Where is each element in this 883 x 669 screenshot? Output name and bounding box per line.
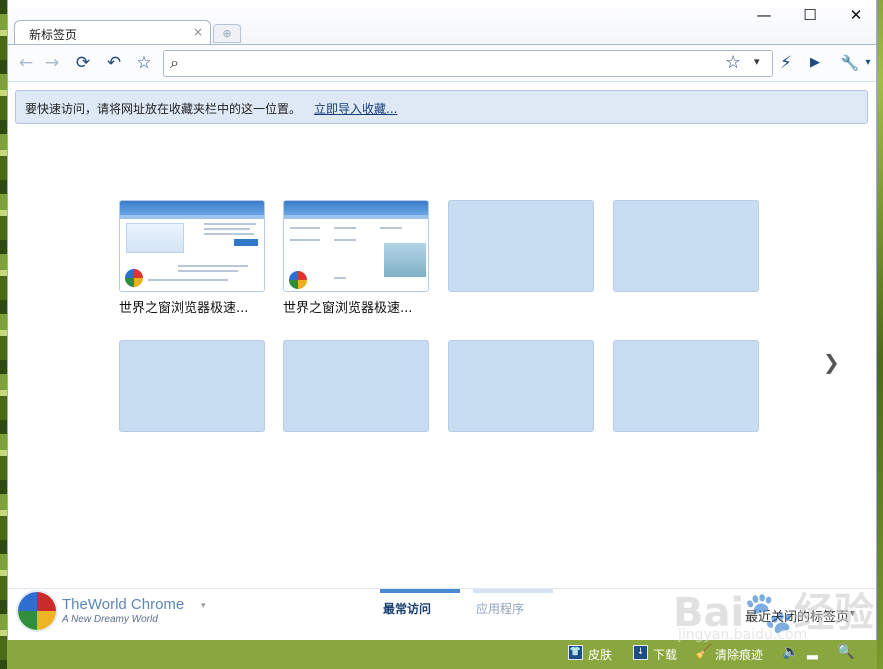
thumbnail-preview-line (334, 239, 356, 241)
brand-chevron-icon[interactable]: ▾ (201, 601, 206, 611)
download-icon[interactable]: ↓ (633, 645, 648, 660)
clear-traces-button[interactable]: 清除痕迹 (715, 646, 763, 663)
empty-thumbnail-slot (613, 340, 759, 432)
thumbnail-preview-banner (126, 223, 184, 253)
empty-thumbnail-slot (448, 340, 594, 432)
brand-slogan: A New Dreamy World (62, 614, 158, 625)
thumbnail-preview-line (334, 227, 356, 229)
bookmark-bar-notice: 要快速访问，请将网址放在收藏夹栏中的这一位置。 立即导入收藏... (15, 90, 868, 124)
empty-thumbnail-slot (283, 340, 429, 432)
play-icon[interactable]: ▶ (803, 52, 827, 74)
inactive-tab-indicator (473, 589, 553, 593)
zoom-icon[interactable]: 🔍 (837, 644, 854, 660)
import-bookmarks-link[interactable]: 立即导入收藏... (314, 100, 397, 117)
empty-thumbnail-slot (613, 200, 759, 292)
empty-thumbnail-slot (119, 340, 265, 432)
thumbnail-title[interactable]: 世界之窗浏览器极速... (283, 297, 412, 316)
skin-button[interactable]: 皮肤 (588, 646, 612, 663)
theworld-logo-icon (125, 269, 143, 287)
tab-title: 新标签页 (29, 28, 78, 42)
thumbnail-preview-line (204, 228, 250, 230)
title-bar: 新标签页 × ⊕ — ☐ ✕ (8, 0, 876, 45)
most-visited-thumbnail[interactable] (119, 200, 265, 292)
skin-icon[interactable]: 👕 (568, 645, 583, 660)
wrench-dropdown-icon[interactable]: ▾ (856, 52, 880, 74)
navigation-toolbar: ← → ⟳ ↶ ☆ ⌕ ☆ ▾ ⚡ ▶ 🔧 ▾ (8, 44, 876, 82)
bookmark-notice-text: 要快速访问，请将网址放在收藏夹栏中的这一位置。 (25, 102, 302, 116)
baidu-watermark-url: jingyan.baidu.com (678, 627, 808, 643)
thumbnail-preview-line (380, 227, 402, 229)
browser-window: 新标签页 × ⊕ — ☐ ✕ ← → ⟳ ↶ ☆ ⌕ ☆ ▾ ⚡ ▶ 🔧 ▾ 要… (7, 0, 877, 640)
tab-apps[interactable]: 应用程序 (473, 589, 553, 629)
brand-name[interactable]: TheWorld Chrome (62, 596, 184, 613)
thumbnail-preview-line (204, 233, 254, 235)
theworld-logo-icon (289, 271, 307, 289)
thumbnail-preview-line (334, 277, 346, 279)
download-button[interactable]: 下载 (653, 646, 677, 663)
bookmark-star-icon[interactable]: ☆ (132, 52, 156, 74)
status-bar: 👕 皮肤 ↓ 下载 🧹 清除痕迹 🔈 ▂ 🔍 (7, 640, 877, 669)
omnibox-star-icon[interactable]: ☆ (725, 52, 741, 73)
thumbnail-preview-line (290, 227, 320, 229)
thumbnail-preview-line (148, 279, 228, 281)
maximize-button[interactable]: ☐ (795, 4, 825, 26)
thumbnail-preview-header (284, 201, 428, 215)
tab-close-icon[interactable]: × (193, 25, 203, 39)
thumbnail-title[interactable]: 世界之窗浏览器极速... (119, 297, 248, 316)
tab-most-visited[interactable]: 最常访问 (380, 589, 460, 629)
most-visited-thumbnail[interactable] (283, 200, 429, 292)
thumbnail-preview-nav (120, 215, 264, 219)
thumbnail-preview-image (384, 243, 426, 277)
new-tab-button[interactable]: ⊕ (213, 24, 241, 43)
thumbnail-preview-line (178, 270, 238, 272)
forward-icon[interactable]: → (40, 52, 64, 74)
thumbnail-preview-line (204, 223, 256, 225)
tab-apps-label: 应用程序 (476, 602, 525, 616)
next-page-chevron-icon[interactable]: ❯ (823, 350, 840, 374)
screenshot-icon[interactable]: ▂ (807, 644, 818, 660)
tab-new-tab[interactable]: 新标签页 × (14, 20, 211, 45)
thumbnail-preview-line (178, 265, 248, 267)
omnibox-dropdown-icon[interactable]: ▾ (754, 55, 760, 68)
reload-icon[interactable]: ⟳ (71, 52, 95, 74)
lightning-icon[interactable]: ⚡ (774, 52, 798, 74)
close-window-button[interactable]: ✕ (841, 4, 871, 26)
thumbnail-preview-nav (284, 215, 428, 219)
empty-thumbnail-slot (448, 200, 594, 292)
address-input[interactable] (190, 55, 710, 73)
search-icon: ⌕ (170, 53, 179, 72)
thumbnail-preview-header (120, 201, 264, 215)
theworld-logo-icon (18, 592, 56, 630)
undo-close-icon[interactable]: ↶ (102, 52, 126, 74)
broom-icon[interactable]: 🧹 (695, 644, 712, 660)
tab-most-visited-label: 最常访问 (383, 602, 432, 616)
thumbnail-preview-button (234, 239, 258, 246)
thumbnail-preview-line (290, 239, 320, 241)
active-tab-indicator (380, 589, 460, 593)
back-icon[interactable]: ← (14, 52, 38, 74)
minimize-button[interactable]: — (749, 4, 779, 26)
address-bar[interactable]: ⌕ ☆ ▾ (163, 50, 773, 77)
volume-icon[interactable]: 🔈 (782, 644, 799, 660)
